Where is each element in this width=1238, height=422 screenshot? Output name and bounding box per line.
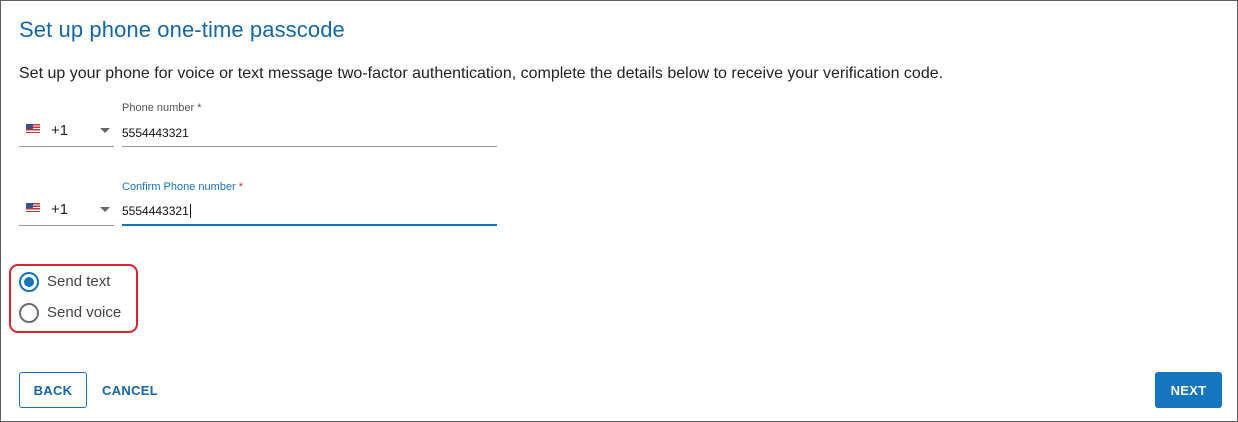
- setup-card: Set up phone one-time passcode Set up yo…: [0, 0, 1238, 422]
- text-cursor: [190, 204, 191, 218]
- page-description: Set up your phone for voice or text mess…: [19, 65, 944, 82]
- country-code-select[interactable]: +1: [19, 119, 114, 147]
- send-text-label: Send text: [47, 273, 111, 290]
- phone-row: +1 Phone number *: [19, 99, 499, 149]
- chevron-down-icon: [100, 128, 110, 133]
- required-marker: *: [238, 181, 244, 193]
- chevron-down-icon: [100, 207, 110, 212]
- confirm-country-code-select[interactable]: +1: [19, 198, 114, 226]
- us-flag-icon: [26, 124, 40, 133]
- next-button[interactable]: NEXT: [1155, 372, 1222, 408]
- phone-number-input[interactable]: [122, 119, 497, 147]
- confirm-country-code: +1: [51, 201, 69, 218]
- confirm-phone-number-field: Confirm Phone number *: [122, 178, 497, 226]
- required-marker: *: [197, 102, 202, 114]
- confirm-phone-number-label: Confirm Phone number *: [122, 181, 244, 193]
- send-voice-radio[interactable]: [19, 303, 39, 323]
- back-button[interactable]: BACK: [19, 372, 87, 408]
- send-text-radio[interactable]: [19, 272, 39, 292]
- confirm-phone-row: +1 Confirm Phone number *: [19, 178, 499, 228]
- confirm-phone-number-input[interactable]: [122, 198, 497, 226]
- radio-selected-dot: [24, 277, 34, 287]
- cancel-button[interactable]: CANCEL: [101, 372, 159, 408]
- phone-number-field: Phone number *: [122, 99, 497, 147]
- us-flag-icon: [26, 203, 40, 212]
- send-voice-label: Send voice: [47, 304, 122, 321]
- phone-number-label: Phone number *: [122, 102, 202, 114]
- page-title: Set up phone one-time passcode: [19, 17, 345, 42]
- country-code: +1: [51, 122, 69, 139]
